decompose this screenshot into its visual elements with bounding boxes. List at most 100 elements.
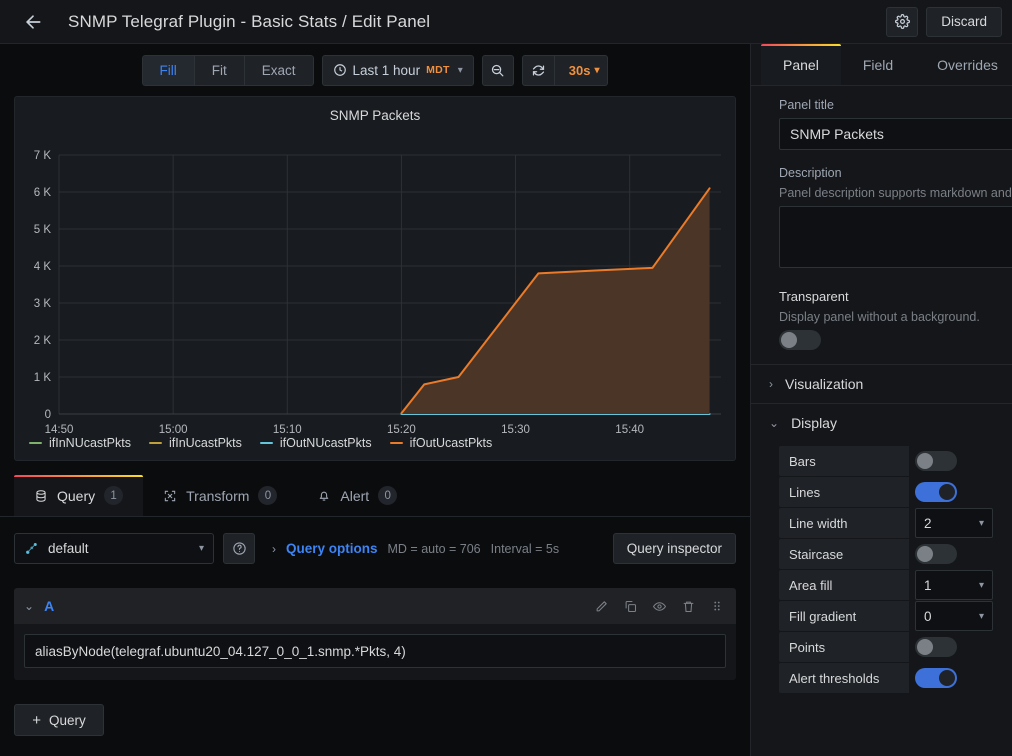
select-value: 0 xyxy=(924,608,932,624)
visualization-section-header[interactable]: › Visualization xyxy=(751,365,1012,403)
legend-color-swatch xyxy=(148,442,162,444)
display-row-control xyxy=(909,632,957,662)
fill-gradient-select[interactable]: 0 ▾ xyxy=(915,601,993,631)
size-mode-exact[interactable]: Exact xyxy=(243,54,314,86)
datasource-help-button[interactable] xyxy=(223,533,255,564)
visualization-section-label: Visualization xyxy=(785,376,864,392)
legend-item[interactable]: ifOutUcastPkts xyxy=(389,436,493,450)
query-editor: default ▾ › Query options MD = auto = 70… xyxy=(0,517,750,756)
size-mode-fit[interactable]: Fit xyxy=(193,54,244,86)
select-value: 2 xyxy=(924,515,932,531)
refresh-interval-label: 30s xyxy=(568,62,591,78)
query-inspector-button[interactable]: Query inspector xyxy=(612,533,736,564)
chevron-down-icon: ⌄ xyxy=(769,416,780,430)
refresh-interval-picker[interactable]: 30s ▾ xyxy=(561,63,608,78)
editor-body: Fill Fit Exact Last 1 hour MDT ▾ 30s ▾ S… xyxy=(0,44,1012,756)
tab-overrides[interactable]: Overrides xyxy=(915,44,1012,85)
display-section-label: Display xyxy=(791,415,837,431)
line-width-select[interactable]: 2 ▾ xyxy=(915,508,993,538)
staircase-toggle[interactable] xyxy=(915,544,957,564)
zoom-out-button[interactable] xyxy=(481,54,514,86)
lines-toggle[interactable] xyxy=(915,482,957,502)
x-axis-tick-label: 14:50 xyxy=(45,424,74,435)
graph-plot-area[interactable]: 0 1 K 2 K 3 K 4 K 5 K 6 K 7 K 14:50 15:00 15:10 15:… xyxy=(15,125,735,460)
add-query-button[interactable]: + Query xyxy=(14,704,104,736)
tab-panel[interactable]: Panel xyxy=(761,44,841,85)
back-button[interactable] xyxy=(18,7,48,37)
trash-icon xyxy=(683,601,694,612)
toggle-knob xyxy=(917,546,933,562)
points-toggle[interactable] xyxy=(915,637,957,657)
tab-alert[interactable]: Alert 0 xyxy=(297,475,417,516)
query-row-header: ⌄ A xyxy=(14,588,736,624)
datasource-name: default xyxy=(48,541,89,556)
tab-alert-label: Alert xyxy=(340,487,370,504)
zoom-out-icon xyxy=(492,64,504,76)
tab-alert-badge: 0 xyxy=(378,486,398,505)
legend-color-swatch xyxy=(389,442,403,444)
panel-title-input[interactable] xyxy=(779,118,1012,150)
top-bar-actions: Discard xyxy=(886,6,1002,37)
display-row-label: Staircase xyxy=(779,539,909,569)
options-tab-bar: Panel Field Overrides xyxy=(751,44,1012,86)
query-edit-button[interactable] xyxy=(594,599,609,614)
graph-panel-title: SNMP Packets xyxy=(329,108,421,123)
legend-item[interactable]: ifInUcastPkts xyxy=(148,436,242,450)
y-axis-tick-label: 2 K xyxy=(34,335,52,347)
query-max-data-points: MD = auto = 706 xyxy=(387,541,481,556)
bars-toggle[interactable] xyxy=(915,451,957,471)
query-expression-input[interactable] xyxy=(24,634,726,668)
toggle-knob xyxy=(917,639,933,655)
x-axis-tick-label: 15:20 xyxy=(387,424,416,435)
discard-button[interactable]: Discard xyxy=(926,6,1002,37)
alert-thresholds-toggle[interactable] xyxy=(915,668,957,688)
size-mode-fill[interactable]: Fill xyxy=(141,54,194,86)
display-row-control xyxy=(909,539,957,569)
y-axis-tick-label: 1 K xyxy=(34,372,52,384)
display-section-header[interactable]: ⌄ Display xyxy=(751,404,1012,442)
y-axis-tick-label: 0 xyxy=(45,409,51,421)
panel-settings-button[interactable] xyxy=(886,6,919,37)
toggle-knob xyxy=(939,484,955,500)
query-remove-button[interactable] xyxy=(681,599,696,614)
toggle-knob xyxy=(917,453,933,469)
display-row-control xyxy=(909,663,957,693)
display-row-label: Line width xyxy=(779,508,909,538)
query-options-toggle[interactable]: Query options xyxy=(286,541,378,556)
eye-icon xyxy=(652,601,667,611)
display-row-label: Points xyxy=(779,632,909,662)
time-range-label: Last 1 hour xyxy=(352,62,421,78)
chevron-down-icon: ▾ xyxy=(457,64,463,76)
datasource-picker[interactable]: default ▾ xyxy=(14,533,214,564)
time-range-picker[interactable]: Last 1 hour MDT ▾ xyxy=(321,54,474,86)
legend-color-swatch xyxy=(29,442,42,444)
x-axis-tick-label: 15:40 xyxy=(615,424,644,435)
tab-query[interactable]: Query 1 xyxy=(14,475,144,516)
legend-color-swatch xyxy=(259,442,273,444)
transparent-toggle[interactable] xyxy=(779,330,821,350)
clock-icon xyxy=(333,64,346,76)
query-drag-handle[interactable] xyxy=(710,599,724,613)
query-duplicate-button[interactable] xyxy=(623,599,638,614)
tab-field[interactable]: Field xyxy=(841,44,915,85)
description-textarea[interactable] xyxy=(779,206,1012,268)
query-ref-id[interactable]: A xyxy=(44,598,54,614)
legend-item[interactable]: ifOutNUcastPkts xyxy=(259,436,372,450)
legend-label: ifOutUcastPkts xyxy=(409,436,493,450)
tab-transform[interactable]: Transform 0 xyxy=(143,475,297,516)
query-hide-button[interactable] xyxy=(652,599,667,614)
display-row-control xyxy=(909,446,957,476)
chevron-down-icon: ▾ xyxy=(978,579,984,591)
chevron-down-icon[interactable]: ⌄ xyxy=(24,599,34,613)
chevron-right-icon[interactable]: › xyxy=(272,542,276,556)
options-scroll-area[interactable]: Panel title Description Panel descriptio… xyxy=(751,86,1012,756)
refresh-control[interactable]: 30s ▾ xyxy=(521,54,609,86)
graph-panel: SNMP Packets 0 1 K 2 K 3 K 4 K 5 K 6 K 7 K 14:50… xyxy=(14,96,736,461)
area-fill-select[interactable]: 1 ▾ xyxy=(915,570,993,600)
display-row: Points xyxy=(779,632,1012,662)
refresh-button[interactable] xyxy=(523,55,555,85)
plus-icon: + xyxy=(32,711,41,729)
legend-item[interactable]: ifInNUcastPkts xyxy=(29,436,131,450)
time-series-graph[interactable]: 0 1 K 2 K 3 K 4 K 5 K 6 K 7 K 14:50 15:00 15:10 15:… xyxy=(15,125,735,435)
display-row-control: 1 ▾ xyxy=(909,570,993,600)
